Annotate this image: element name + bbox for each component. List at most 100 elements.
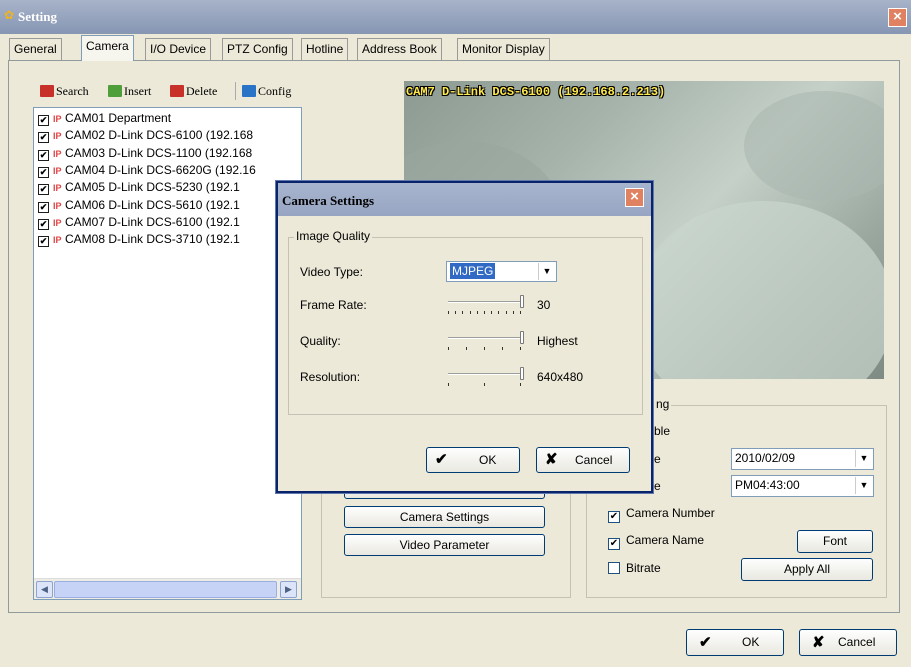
tab-camera[interactable]: Camera <box>81 35 134 61</box>
camera-list-item[interactable]: ✔ IP CAM05 D-Link DCS-5230 (192.1 <box>38 179 240 196</box>
camera-list-item[interactable]: ✔ IP CAM07 D-Link DCS-6100 (192.1 <box>38 214 240 231</box>
delete-icon <box>170 85 184 97</box>
search-label: Search <box>56 84 89 98</box>
camera-settings-dialog: Camera Settings × Image Quality Video Ty… <box>276 181 653 493</box>
ip-camera-icon: IP <box>53 235 62 246</box>
scroll-right-icon[interactable]: ▶ <box>280 581 297 598</box>
frame-rate-ticks <box>448 311 523 314</box>
search-icon <box>40 85 54 97</box>
time-select[interactable]: PM04:43:00 ▼ <box>731 475 874 497</box>
ip-camera-icon: IP <box>53 148 62 159</box>
slider-tick <box>520 311 521 314</box>
search-button[interactable]: Search <box>40 83 89 99</box>
checkbox-unchecked-icon[interactable] <box>608 562 620 574</box>
cancel-label: Cancel <box>838 635 876 649</box>
camera-number-checkbox[interactable]: ✔ Camera Number <box>608 506 715 523</box>
quality-track <box>448 337 523 339</box>
checkbox-checked-icon[interactable]: ✔ <box>38 166 49 178</box>
insert-button[interactable]: Insert <box>108 83 151 99</box>
chevron-down-icon[interactable]: ▼ <box>855 477 872 494</box>
checkbox-checked-icon[interactable]: ✔ <box>38 218 49 230</box>
tab-hotline[interactable]: Hotline <box>301 38 349 60</box>
slider-tick <box>477 311 478 314</box>
checkbox-checked-icon[interactable]: ✔ <box>38 132 49 144</box>
resolution-label: Resolution: <box>300 370 361 384</box>
video-type-label: Video Type: <box>300 265 363 279</box>
scroll-thumb[interactable] <box>54 581 277 598</box>
window-title: Setting <box>18 9 57 24</box>
quality-label: Quality: <box>300 334 341 348</box>
ip-camera-icon: IP <box>53 131 62 142</box>
checkbox-checked-icon[interactable]: ✔ <box>38 149 49 161</box>
preview-camera-label: CAM7 D-Link DCS-6100 (192.168.2.213) <box>406 85 666 99</box>
slider-tick <box>506 311 507 314</box>
slider-tick <box>498 311 499 314</box>
x-icon: ✘ <box>545 451 558 468</box>
camera-label: CAM03 D-Link DCS-1100 (192.168 <box>65 145 253 160</box>
preview-shape-2 <box>634 201 884 379</box>
cancel-button[interactable]: ✘ Cancel <box>799 629 897 656</box>
camera-list-item[interactable]: ✔ IP CAM02 D-Link DCS-6100 (192.168 <box>38 127 253 144</box>
ok-button[interactable]: ✔ OK <box>686 629 784 656</box>
window-title-bar: ✿ Setting × <box>0 0 911 34</box>
image-quality-group-title: Image Quality <box>294 229 373 243</box>
quality-thumb[interactable] <box>520 331 524 344</box>
checkbox-checked-icon[interactable]: ✔ <box>38 184 49 196</box>
dialog-title: Camera Settings <box>282 193 375 208</box>
date-select[interactable]: 2010/02/09 ▼ <box>731 448 874 470</box>
horizontal-scrollbar[interactable]: ◀ ▶ <box>34 578 301 599</box>
chevron-down-icon[interactable]: ▼ <box>538 263 555 280</box>
camera-label: CAM04 D-Link DCS-6620G (192.16 <box>65 162 256 177</box>
resolution-track <box>448 373 523 375</box>
quality-ticks <box>448 347 523 350</box>
delete-button[interactable]: Delete <box>170 83 217 99</box>
scroll-left-icon[interactable]: ◀ <box>36 581 53 598</box>
dialog-close-button[interactable]: × <box>625 188 644 207</box>
frame-rate-slider[interactable] <box>448 295 524 315</box>
ip-camera-icon: IP <box>53 114 62 124</box>
checkmark-icon: ✔ <box>699 634 712 651</box>
quality-slider[interactable] <box>448 331 524 351</box>
insert-label: Insert <box>124 84 152 98</box>
camera-list-item[interactable]: ✔ IP CAM06 D-Link DCS-5610 (192.1 <box>38 197 240 214</box>
checkbox-checked-icon[interactable]: ✔ <box>38 201 49 213</box>
bitrate-checkbox[interactable]: Bitrate <box>608 561 661 575</box>
camera-list-item[interactable]: ✔ IP CAM08 D-Link DCS-3710 (192.1 <box>38 231 240 248</box>
video-parameter-button[interactable]: Video Parameter <box>344 534 545 556</box>
apply-all-button[interactable]: Apply All <box>741 558 873 581</box>
camera-label: CAM06 D-Link DCS-5610 (192.1 <box>65 197 240 212</box>
camera-list-item[interactable]: ✔ IP CAM03 D-Link DCS-1100 (192.168 <box>38 145 252 162</box>
x-icon: ✘ <box>812 634 825 651</box>
camera-list-item[interactable]: ✔ IP CAM01 Department <box>38 110 171 127</box>
checkbox-checked-icon[interactable]: ✔ <box>608 538 620 550</box>
window-close-button[interactable]: × <box>888 8 907 27</box>
tab-io-device[interactable]: I/O Device <box>145 38 212 60</box>
dialog-title-bar: Camera Settings × <box>278 183 651 216</box>
checkbox-checked-icon[interactable]: ✔ <box>38 236 49 248</box>
date-value: 2010/02/09 <box>735 451 796 465</box>
slider-tick <box>491 311 492 314</box>
checkbox-checked-icon[interactable]: ✔ <box>608 511 620 523</box>
resolution-slider[interactable] <box>448 367 524 387</box>
chevron-down-icon[interactable]: ▼ <box>855 450 872 467</box>
dialog-cancel-button[interactable]: ✘ Cancel <box>536 447 630 473</box>
frame-rate-track <box>448 301 523 303</box>
tab-general[interactable]: General <box>9 38 62 60</box>
tab-ptz-config[interactable]: PTZ Config <box>222 38 293 60</box>
dialog-ok-button[interactable]: ✔ OK <box>426 447 520 473</box>
video-type-select[interactable]: MJPEG ▼ <box>446 261 557 282</box>
camera-list-item[interactable]: ✔ IP CAM04 D-Link DCS-6620G (192.16 <box>38 162 256 179</box>
checkbox-checked-icon[interactable]: ✔ <box>38 115 49 126</box>
font-button[interactable]: Font <box>797 530 873 553</box>
tab-monitor-display[interactable]: Monitor Display <box>457 38 550 60</box>
ip-camera-icon: IP <box>53 200 62 211</box>
slider-tick <box>448 347 449 350</box>
config-button[interactable]: Config <box>242 83 291 99</box>
insert-icon <box>108 85 122 97</box>
frame-rate-thumb[interactable] <box>520 295 524 308</box>
resolution-thumb[interactable] <box>520 367 524 380</box>
camera-name-checkbox[interactable]: ✔ Camera Name <box>608 533 704 550</box>
tab-address-book[interactable]: Address Book <box>357 38 442 60</box>
camera-settings-button[interactable]: Camera Settings <box>344 506 545 528</box>
camera-label: CAM02 D-Link DCS-6100 (192.168 <box>65 128 254 143</box>
